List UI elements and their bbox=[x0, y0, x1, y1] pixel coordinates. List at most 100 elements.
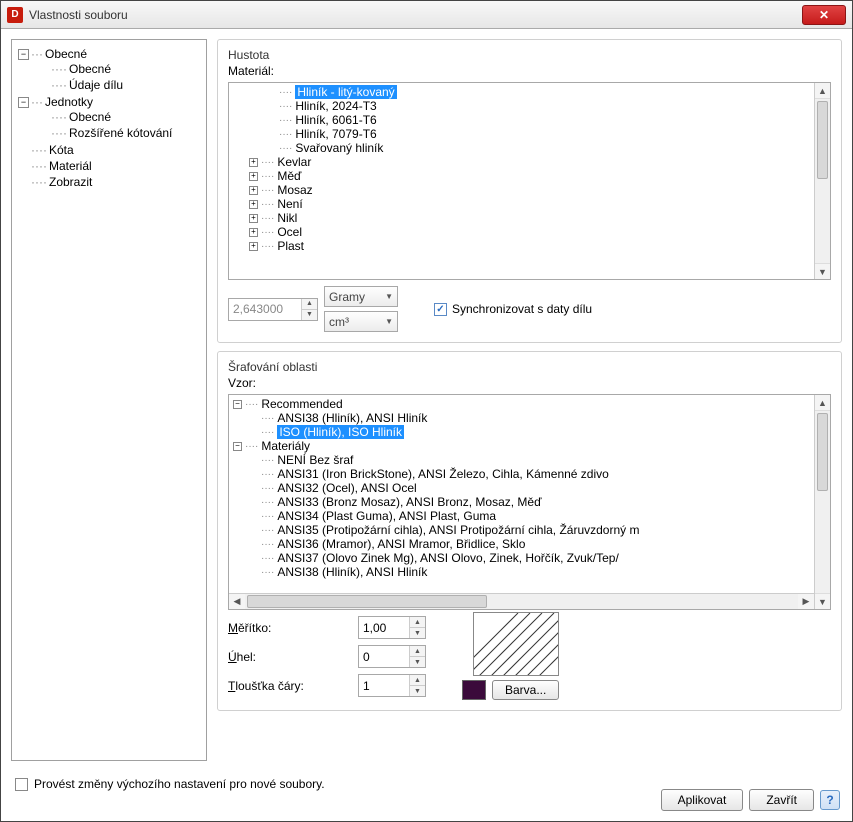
expand-icon[interactable]: + bbox=[249, 214, 258, 223]
close-icon[interactable]: ✕ bbox=[802, 5, 846, 25]
tree-item[interactable]: ····ANSI32 (Ocel), ANSI Ocel bbox=[229, 481, 814, 495]
pattern-tree[interactable]: −····Recommended····ANSI38 (Hliník), ANS… bbox=[228, 394, 831, 610]
hscrollbar[interactable]: ◀ ▶ bbox=[229, 593, 814, 609]
material-tree[interactable]: ····Hliník - litý-kovaný····Hliník, 2024… bbox=[228, 82, 831, 280]
material-label: Materiál: bbox=[228, 64, 831, 78]
scale-stepper[interactable]: ▲▼ bbox=[358, 616, 426, 639]
scroll-left-icon[interactable]: ◀ bbox=[229, 594, 245, 609]
chevron-down-icon: ▼ bbox=[385, 292, 393, 301]
thickness-label: Tloušťka čáry: bbox=[228, 679, 358, 693]
scroll-up-icon[interactable]: ▲ bbox=[815, 83, 830, 99]
scroll-thumb[interactable] bbox=[817, 413, 828, 491]
app-icon: D bbox=[7, 7, 23, 23]
spin-up-icon[interactable]: ▲ bbox=[410, 646, 425, 657]
expand-icon[interactable]: + bbox=[249, 242, 258, 251]
tree-item[interactable]: ····ANSI35 (Protipožární cihla), ANSI Pr… bbox=[229, 523, 814, 537]
tree-item[interactable]: ····ANSI37 (Olovo Zinek Mg), ANSI Olovo,… bbox=[229, 551, 814, 565]
expand-icon[interactable]: + bbox=[249, 200, 258, 209]
default-settings-label: Provést změny výchozího nastavení pro no… bbox=[34, 777, 325, 791]
tree-item[interactable]: ····ANSI31 (Iron BrickStone), ANSI Želez… bbox=[229, 467, 814, 481]
nav-item[interactable]: Materiál bbox=[49, 159, 92, 173]
scroll-down-icon[interactable]: ▼ bbox=[815, 263, 830, 279]
tree-item[interactable]: +····Měď bbox=[229, 169, 814, 183]
expand-icon[interactable]: + bbox=[249, 186, 258, 195]
spin-up-icon[interactable]: ▲ bbox=[410, 617, 425, 628]
volume-unit-combo[interactable]: cm³▼ bbox=[324, 311, 398, 332]
angle-stepper[interactable]: ▲▼ bbox=[358, 645, 426, 668]
tree-item[interactable]: ····Hliník, 7079-T6 bbox=[229, 127, 814, 141]
nav-item[interactable]: Jednotky bbox=[45, 95, 93, 109]
tree-item[interactable]: ····ANSI38 (Hliník), ANSI Hliník bbox=[229, 411, 814, 425]
scroll-thumb[interactable] bbox=[817, 101, 828, 179]
tree-item[interactable]: ····NENÍ Bez šraf bbox=[229, 453, 814, 467]
scrollbar[interactable]: ▲ ▼ bbox=[814, 83, 830, 279]
nav-item[interactable]: Kóta bbox=[49, 143, 74, 157]
tree-item[interactable]: ····ANSI36 (Mramor), ANSI Mramor, Břidli… bbox=[229, 537, 814, 551]
nav-item[interactable]: Obecné bbox=[45, 47, 87, 61]
expand-icon[interactable]: − bbox=[233, 400, 242, 409]
apply-button[interactable]: Aplikovat bbox=[661, 789, 744, 811]
tree-item[interactable]: ····ANSI33 (Bronz Mosaz), ANSI Bronz, Mo… bbox=[229, 495, 814, 509]
scroll-thumb[interactable] bbox=[247, 595, 487, 608]
hatch-preview bbox=[473, 612, 559, 676]
nav-tree[interactable]: −···Obecné ····Obecné ····Údaje dílu −··… bbox=[11, 39, 207, 761]
group-title: Šrafování oblasti bbox=[228, 360, 831, 374]
tree-item[interactable]: +····Kevlar bbox=[229, 155, 814, 169]
nav-item[interactable]: Údaje dílu bbox=[69, 78, 123, 92]
scrollbar[interactable]: ▲ ▼ bbox=[814, 395, 830, 609]
spin-up-icon[interactable]: ▲ bbox=[410, 675, 425, 686]
spin-down-icon[interactable]: ▼ bbox=[410, 628, 425, 638]
scale-input[interactable] bbox=[359, 617, 409, 638]
nav-item[interactable]: Zobrazit bbox=[49, 175, 92, 189]
tree-item[interactable]: +····Ocel bbox=[229, 225, 814, 239]
tree-item[interactable]: −····Materiály bbox=[229, 439, 814, 453]
nav-item[interactable]: Obecné bbox=[69, 110, 111, 124]
mass-unit-combo[interactable]: Gramy▼ bbox=[324, 286, 398, 307]
thickness-input[interactable] bbox=[359, 675, 409, 696]
close-button[interactable]: Zavřít bbox=[749, 789, 814, 811]
expand-icon[interactable]: − bbox=[18, 49, 29, 60]
expand-icon[interactable]: − bbox=[233, 442, 242, 451]
hatch-group: Šrafování oblasti Vzor: −····Recommended… bbox=[217, 351, 842, 711]
density-value: ▲▼ bbox=[228, 298, 318, 321]
color-swatch bbox=[462, 680, 486, 700]
expand-icon[interactable]: + bbox=[249, 158, 258, 167]
tree-item[interactable]: ····Hliník, 2024-T3 bbox=[229, 99, 814, 113]
spin-down-icon[interactable]: ▼ bbox=[410, 657, 425, 667]
expand-icon[interactable]: − bbox=[18, 97, 29, 108]
scroll-right-icon[interactable]: ▶ bbox=[798, 594, 814, 609]
spin-up-icon: ▲ bbox=[302, 299, 317, 310]
pattern-label: Vzor: bbox=[228, 376, 831, 390]
spin-down-icon[interactable]: ▼ bbox=[410, 686, 425, 696]
sync-checkbox[interactable]: ✓ Synchronizovat s daty dílu bbox=[434, 302, 592, 316]
sync-label: Synchronizovat s daty dílu bbox=[452, 302, 592, 316]
scroll-up-icon[interactable]: ▲ bbox=[815, 395, 830, 411]
density-input bbox=[229, 299, 301, 320]
nav-item[interactable]: Obecné bbox=[69, 62, 111, 76]
expand-icon[interactable]: + bbox=[249, 172, 258, 181]
color-button[interactable]: Barva... bbox=[492, 680, 559, 700]
tree-item[interactable]: ····Hliník - litý-kovaný bbox=[229, 85, 814, 99]
tree-item[interactable]: +····Nikl bbox=[229, 211, 814, 225]
checkbox-icon: ✓ bbox=[434, 303, 447, 316]
nav-item[interactable]: Rozšířené kótování bbox=[69, 126, 172, 140]
tree-item[interactable]: +····Mosaz bbox=[229, 183, 814, 197]
tree-item[interactable]: +····Plast bbox=[229, 239, 814, 253]
chevron-down-icon: ▼ bbox=[385, 317, 393, 326]
tree-item[interactable]: −····Recommended bbox=[229, 397, 814, 411]
checkbox-icon bbox=[15, 778, 28, 791]
window-title: Vlastnosti souboru bbox=[29, 8, 802, 22]
dialog-window: D Vlastnosti souboru ✕ −···Obecné ····Ob… bbox=[0, 0, 853, 822]
tree-item[interactable]: +····Není bbox=[229, 197, 814, 211]
help-icon[interactable]: ? bbox=[820, 790, 840, 810]
expand-icon[interactable]: + bbox=[249, 228, 258, 237]
scroll-down-icon[interactable]: ▼ bbox=[815, 593, 830, 609]
angle-input[interactable] bbox=[359, 646, 409, 667]
angle-label: Úhel: bbox=[228, 650, 358, 664]
thickness-stepper[interactable]: ▲▼ bbox=[358, 674, 426, 697]
tree-item[interactable]: ····ANSI34 (Plast Guma), ANSI Plast, Gum… bbox=[229, 509, 814, 523]
tree-item[interactable]: ····ISO (Hliník), ISO Hliník bbox=[229, 425, 814, 439]
tree-item[interactable]: ····Hliník, 6061-T6 bbox=[229, 113, 814, 127]
tree-item[interactable]: ····ANSI38 (Hliník), ANSI Hliník bbox=[229, 565, 814, 579]
tree-item[interactable]: ····Svařovaný hliník bbox=[229, 141, 814, 155]
